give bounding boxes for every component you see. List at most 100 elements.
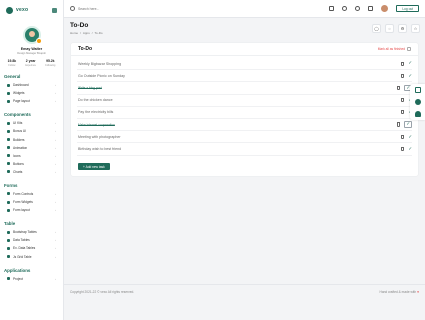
stat-label: Experince — [25, 64, 37, 67]
todo-item[interactable]: Meeting with photographer ✓ — [77, 131, 412, 144]
todo-text: Do the chicken dance — [78, 98, 113, 103]
trash-icon[interactable] — [400, 110, 405, 115]
logout-button[interactable]: Log out — [396, 5, 419, 12]
stat-follow: 19.8k Follow — [8, 59, 17, 67]
sidebar-item-bonus-ui[interactable]: Bonus UI › — [0, 127, 63, 135]
animation-icon — [7, 146, 10, 150]
sidebar-item-data-tables[interactable]: Data Tables › — [0, 236, 63, 244]
todo-item[interactable]: Write a blog post ✓ — [77, 82, 412, 95]
edit-avatar-icon[interactable] — [35, 38, 42, 44]
trash-icon[interactable] — [400, 134, 405, 139]
sidebar-item-label: Page layout — [13, 99, 30, 104]
sidebar: vexo Emay Walter Design Manager Bnapoli … — [0, 0, 64, 320]
card-title: To-Do — [78, 46, 93, 52]
header-actions: ◯ ◌ ⚙ ☆ — [368, 24, 420, 33]
chat-icon[interactable]: ◯ — [372, 24, 381, 33]
breadcrumb-apps[interactable]: Apps — [83, 31, 90, 35]
sidebar-item-buttons[interactable]: Buttons › — [0, 160, 63, 168]
chevron-right-icon: › — [55, 137, 56, 142]
star-icon[interactable]: ☆ — [411, 24, 420, 33]
moon-icon[interactable] — [342, 6, 348, 11]
search-icon[interactable] — [70, 6, 75, 11]
sidebar-item-form-controls[interactable]: Form Controls › — [0, 190, 63, 198]
sidebar-item-label: Data Tables — [13, 238, 30, 243]
sidebar-nav: General Dashboard › Widgets › Page layout › Com… — [0, 74, 63, 283]
sidebar-item-label: Form Controls — [13, 191, 34, 196]
data-tables-icon — [7, 238, 10, 242]
todo-item[interactable]: Pay the electricity bills✓ — [77, 107, 412, 119]
trash-icon[interactable] — [400, 98, 405, 103]
sidebar-item-ex-data-tables[interactable]: Ex. Data Tables › — [0, 244, 63, 252]
trash-icon[interactable] — [396, 122, 401, 127]
search-input[interactable] — [78, 6, 158, 11]
breadcrumb-separator: / — [80, 31, 81, 35]
check-icon[interactable]: ✓ — [408, 146, 412, 151]
sidebar-toggle-icon[interactable] — [52, 7, 57, 13]
todo-actions: ✓ — [400, 73, 412, 78]
sidebar-item-animation[interactable]: Animation › — [0, 144, 63, 152]
sidebar-item-form-widgets[interactable]: Form Widgets › — [0, 198, 63, 206]
sidebar-item-charts[interactable]: Charts › — [0, 168, 63, 176]
todo-actions: ✓ — [400, 60, 412, 66]
todo-item[interactable]: Birthday wish to best friend ✓ — [77, 143, 412, 156]
todo-item[interactable]: Go Outside Picnic on Sunday ✓ — [77, 70, 412, 83]
page-layout-icon — [7, 99, 10, 103]
sidebar-item-project[interactable]: Project › — [0, 275, 63, 283]
chevron-right-icon: › — [55, 99, 56, 104]
sidebar-item-builders[interactable]: Builders › — [0, 135, 63, 143]
settings-icon[interactable]: ⚙ — [398, 24, 407, 33]
sidebar-item-page-layout[interactable]: Page layout › — [0, 97, 63, 105]
todo-item[interactable]: Weekly Bigbazar Shopping ✓ — [77, 58, 412, 71]
form-layout-icon — [7, 208, 10, 212]
sidebar-item-ui-kits[interactable]: UI Kits › — [0, 119, 63, 127]
topbar-avatar[interactable] — [381, 5, 389, 12]
form-controls-icon — [7, 192, 10, 196]
nav-section-general: General — [4, 74, 21, 79]
bell-icon[interactable] — [355, 6, 361, 11]
sidebar-item-dashboard[interactable]: Dashboard › — [0, 81, 63, 89]
check-icon[interactable]: ✓ — [408, 73, 412, 78]
todo-item[interactable]: Make internet cooperation ✓ — [77, 119, 412, 132]
sidebar-item-widgets[interactable]: Widgets › — [0, 89, 63, 97]
mark-all-finished[interactable]: Mark all as finished — [378, 47, 411, 51]
sidebar-item-label: Widgets — [13, 91, 25, 96]
chevron-right-icon: › — [55, 276, 56, 281]
add-new-task-button[interactable]: + Add new task — [78, 163, 110, 170]
stat-following: 95.2k Following — [45, 59, 55, 67]
avatar[interactable] — [22, 26, 42, 44]
sidebar-item-icons[interactable]: Icons › — [0, 152, 63, 160]
sidebar-item-label: Buttons — [13, 161, 24, 166]
cloud-icon[interactable] — [414, 111, 421, 117]
trash-icon[interactable] — [400, 73, 405, 78]
bookmark-icon[interactable]: ◌ — [385, 24, 394, 33]
breadcrumb-separator: / — [91, 31, 93, 35]
sidebar-item-label: Form layout — [13, 208, 30, 213]
mark-all-checkbox[interactable] — [407, 47, 411, 51]
bootstrap-tables-icon — [7, 230, 10, 234]
sidebar-item-label: Form Widgets — [13, 200, 33, 205]
form-widgets-icon — [7, 200, 10, 204]
layout-icon[interactable] — [414, 87, 421, 93]
trash-icon[interactable] — [400, 146, 405, 151]
profile-stats: 19.8k Follow 2 year Experince 95.2k Foll… — [0, 59, 63, 67]
profile-name[interactable]: Emay Walter — [0, 47, 63, 51]
chevron-right-icon: › — [55, 121, 56, 126]
todo-actions: ✓ — [396, 121, 412, 128]
todo-text: Birthday wish to best friend — [78, 146, 122, 151]
todo-text: Write a blog post — [78, 85, 102, 90]
sidebar-item-label: Bootstrap Tables — [13, 230, 37, 235]
trash-icon[interactable] — [396, 85, 401, 91]
breadcrumb-home[interactable]: Home — [70, 31, 78, 35]
todo-item[interactable]: Do the chicken dance✓ — [77, 95, 412, 107]
sidebar-item-js-grid-table[interactable]: Js Grid Table › — [0, 253, 63, 261]
check-icon[interactable]: ✓ — [404, 121, 412, 128]
sidebar-item-form-layout[interactable]: Form layout › — [0, 206, 63, 214]
check-icon[interactable]: ✓ — [408, 60, 412, 65]
message-icon[interactable] — [368, 6, 374, 11]
sidebar-item-bootstrap-tables[interactable]: Bootstrap Tables › — [0, 228, 63, 236]
stat-experience: 2 year Experince — [25, 59, 36, 67]
check-icon[interactable]: ✓ — [408, 134, 412, 139]
trash-icon[interactable] — [400, 61, 405, 66]
maximize-icon[interactable] — [329, 6, 335, 11]
palette-icon[interactable] — [414, 99, 421, 105]
